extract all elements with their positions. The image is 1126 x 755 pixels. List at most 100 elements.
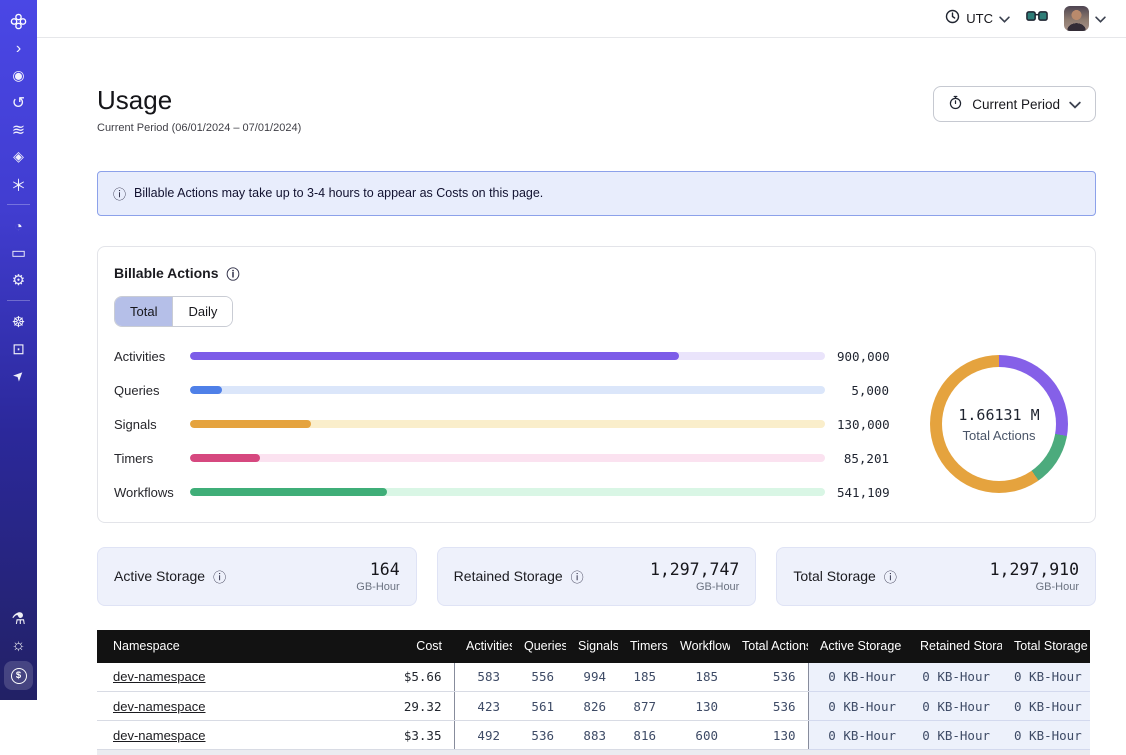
packages-icon[interactable]: ◈: [0, 143, 37, 170]
bar-row-signals: Signals 130,000: [114, 417, 889, 432]
bar-row-activities: Activities 900,000: [114, 349, 889, 364]
queries-cell: 561: [512, 692, 566, 721]
billable-actions-title: Billable Actions ⓘ: [114, 264, 1079, 283]
bar-label: Signals: [114, 417, 178, 432]
collapse-chevron-icon[interactable]: ›: [0, 35, 37, 62]
bar-value: 130,000: [837, 417, 889, 432]
activities-cell: 423: [454, 692, 512, 721]
storage-card-label: Total Storage ⓘ: [793, 567, 897, 586]
page-subtitle: Current Period (06/01/2024 – 07/01/2024): [97, 122, 301, 134]
queries-cell: 556: [512, 663, 566, 692]
usage-gauge-icon[interactable]: ◔: [0, 212, 37, 239]
namespace-link[interactable]: dev-namespace: [113, 699, 206, 714]
billing-card-icon[interactable]: ▭: [0, 239, 37, 266]
col-queries: Queries: [512, 630, 566, 663]
total-actions-cell: 130: [730, 721, 808, 750]
chevron-down-icon: [1069, 97, 1081, 112]
bar-row-workflows: Workflows 541,109: [114, 485, 889, 500]
tab-total[interactable]: Total: [115, 297, 172, 326]
bar-fill: [190, 420, 311, 428]
bar-track: [190, 352, 825, 360]
storage-card-unit: GB-Hour: [356, 581, 399, 593]
bar-chart: Activities 900,000 Queries 5,000 Signals: [114, 349, 889, 500]
col-workflows: Workflows: [668, 630, 730, 663]
table-row: dev-namespace $3.35 492 536 883 816 600 …: [97, 721, 1090, 750]
bar-row-timers: Timers 85,201: [114, 451, 889, 466]
total-actions-donut: 1.66131 M Total Actions: [930, 355, 1068, 493]
bar-track: [190, 454, 825, 462]
col-activities: Activities: [454, 630, 512, 663]
col-active-storage: Active Storage: [808, 630, 908, 663]
bar-value: 5,000: [837, 383, 889, 398]
main-content: Usage Current Period (06/01/2024 – 07/01…: [37, 86, 1126, 755]
period-selector-button[interactable]: Current Period: [933, 86, 1096, 122]
storage-card-value: 1,297,747: [650, 560, 739, 579]
page-title: Usage: [97, 86, 301, 115]
table-row: dev-namespace $5.66 583 556 994 185 185 …: [97, 663, 1090, 692]
storage-card-unit: GB-Hour: [650, 581, 739, 593]
table-horizontal-scrollbar[interactable]: [97, 750, 1090, 755]
nexus-icon[interactable]: ＊: [0, 170, 37, 197]
bar-fill: [190, 386, 222, 394]
workflows-cell: 600: [668, 721, 730, 750]
donut-center: 1.66131 M Total Actions: [930, 355, 1068, 493]
labs-flask-icon[interactable]: ⚗: [0, 605, 37, 632]
storage-card-unit: GB-Hour: [990, 581, 1079, 593]
sidebar-divider: [7, 300, 30, 301]
namespace-link[interactable]: dev-namespace: [113, 728, 206, 743]
page-header: Usage Current Period (06/01/2024 – 07/01…: [97, 86, 1096, 134]
total-storage-cell: 0 KB-Hour: [1002, 692, 1090, 721]
bar-label: Queries: [114, 383, 178, 398]
clock-icon: [945, 9, 960, 29]
timezone-picker[interactable]: UTC: [945, 9, 1010, 29]
info-banner: ⓘ Billable Actions may take up to 3-4 ho…: [97, 171, 1096, 216]
bar-fill: [190, 454, 260, 462]
storage-card-label-text: Active Storage: [114, 568, 205, 584]
sidebar-item-usage-active[interactable]: $: [4, 661, 33, 690]
topbar: UTC: [37, 0, 1126, 38]
timers-cell: 816: [618, 721, 668, 750]
bar-track: [190, 420, 825, 428]
workflows-cell: 185: [668, 663, 730, 692]
col-retained-storage: Retained Storage: [908, 630, 1002, 663]
namespace-usage-table: Namespace Cost Activities Queries Signal…: [97, 630, 1090, 751]
bar-row-queries: Queries 5,000: [114, 383, 889, 398]
theme-sun-icon[interactable]: ☼: [0, 632, 37, 659]
bar-value: 900,000: [837, 349, 889, 364]
retained-storage-cell: 0 KB-Hour: [908, 721, 1002, 750]
history-icon[interactable]: ↺: [0, 89, 37, 116]
total-storage-cell: 0 KB-Hour: [1002, 663, 1090, 692]
info-icon[interactable]: ⓘ: [884, 567, 897, 586]
storage-summary-row: Active Storage ⓘ 164 GB-Hour Retained St…: [97, 547, 1096, 606]
deployments-icon[interactable]: ≋: [0, 116, 37, 143]
activities-cell: 492: [454, 721, 512, 750]
usage-dollar-icon: $: [11, 668, 27, 684]
active-storage-cell: 0 KB-Hour: [808, 663, 908, 692]
user-menu[interactable]: [1064, 6, 1106, 31]
namespace-link[interactable]: dev-namespace: [113, 669, 206, 684]
signals-cell: 883: [566, 721, 618, 750]
total-storage-card: Total Storage ⓘ 1,297,910 GB-Hour: [776, 547, 1096, 606]
info-icon[interactable]: ⓘ: [213, 567, 226, 586]
signals-cell: 994: [566, 663, 618, 692]
settings-gear-icon[interactable]: ⚙: [0, 266, 37, 293]
namespace-cell: dev-namespace: [97, 721, 357, 750]
namespaces-icon[interactable]: ◉: [0, 62, 37, 89]
bar-value: 85,201: [837, 451, 889, 466]
glasses-icon[interactable]: [1026, 10, 1048, 28]
namespace-cell: dev-namespace: [97, 692, 357, 721]
col-signals: Signals: [566, 630, 618, 663]
total-storage-cell: 0 KB-Hour: [1002, 721, 1090, 750]
storage-card-label-text: Total Storage: [793, 568, 876, 584]
temporal-logo-icon[interactable]: [0, 8, 37, 35]
timers-cell: 877: [618, 692, 668, 721]
active-storage-card: Active Storage ⓘ 164 GB-Hour: [97, 547, 417, 606]
tab-daily[interactable]: Daily: [172, 297, 232, 326]
info-banner-text: Billable Actions may take up to 3-4 hour…: [134, 186, 543, 200]
info-icon[interactable]: ⓘ: [227, 264, 240, 283]
info-icon[interactable]: ⓘ: [571, 567, 584, 586]
timezone-label: UTC: [966, 11, 993, 26]
support-icon[interactable]: ☸: [0, 308, 37, 335]
chevron-down-icon: [1095, 10, 1106, 28]
storage-card-label: Active Storage ⓘ: [114, 567, 226, 586]
